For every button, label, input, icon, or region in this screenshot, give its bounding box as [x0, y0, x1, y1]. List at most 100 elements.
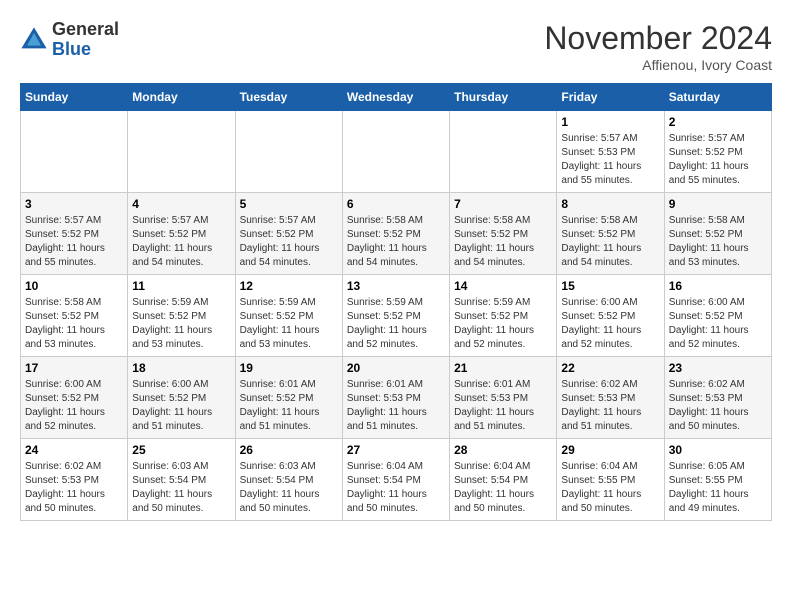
- weekday-header-friday: Friday: [557, 84, 664, 111]
- day-number: 9: [669, 197, 767, 211]
- day-info: Sunrise: 6:02 AM Sunset: 5:53 PM Dayligh…: [669, 378, 767, 434]
- calendar-cell: [450, 111, 557, 193]
- weekday-header-wednesday: Wednesday: [342, 84, 449, 111]
- day-info: Sunrise: 5:57 AM Sunset: 5:53 PM Dayligh…: [561, 132, 659, 188]
- day-number: 13: [347, 279, 445, 293]
- day-info: Sunrise: 5:57 AM Sunset: 5:52 PM Dayligh…: [669, 132, 767, 188]
- weekday-header-tuesday: Tuesday: [235, 84, 342, 111]
- calendar-cell: 9 Sunrise: 5:58 AM Sunset: 5:52 PM Daylig…: [664, 193, 771, 275]
- weekday-header-monday: Monday: [128, 84, 235, 111]
- calendar-cell: 4 Sunrise: 5:57 AM Sunset: 5:52 PM Daylig…: [128, 193, 235, 275]
- day-info: Sunrise: 6:03 AM Sunset: 5:54 PM Dayligh…: [240, 460, 338, 516]
- calendar-cell: 15 Sunrise: 6:00 AM Sunset: 5:52 PM Dayli…: [557, 275, 664, 357]
- logo: General Blue: [20, 20, 119, 60]
- day-number: 5: [240, 197, 338, 211]
- day-number: 27: [347, 443, 445, 457]
- calendar-cell: 5Sunrise: 5:57 AM Sunset: 5:52 PM Daylig…: [235, 193, 342, 275]
- calendar-cell: 13 Sunrise: 5:59 AM Sunset: 5:52 PM Dayli…: [342, 275, 449, 357]
- day-number: 25: [132, 443, 230, 457]
- day-info: Sunrise: 5:58 AM Sunset: 5:52 PM Dayligh…: [669, 214, 767, 270]
- logo-icon: [20, 26, 48, 54]
- calendar-cell: [235, 111, 342, 193]
- calendar-cell: 14Sunrise: 5:59 AM Sunset: 5:52 PM Dayli…: [450, 275, 557, 357]
- calendar-week-4: 17 Sunrise: 6:00 AM Sunset: 5:52 PM Dayli…: [21, 357, 772, 439]
- calendar-cell: 20 Sunrise: 6:01 AM Sunset: 5:53 PM Dayli…: [342, 357, 449, 439]
- day-info: Sunrise: 5:59 AM Sunset: 5:52 PM Dayligh…: [347, 296, 445, 352]
- day-info: Sunrise: 5:58 AM Sunset: 5:52 PM Dayligh…: [561, 214, 659, 270]
- day-number: 12: [240, 279, 338, 293]
- calendar-week-5: 24Sunrise: 6:02 AM Sunset: 5:53 PM Dayli…: [21, 439, 772, 521]
- day-number: 19: [240, 361, 338, 375]
- day-info: Sunrise: 6:00 AM Sunset: 5:52 PM Dayligh…: [25, 378, 123, 434]
- calendar-cell: 17 Sunrise: 6:00 AM Sunset: 5:52 PM Dayli…: [21, 357, 128, 439]
- calendar-cell: 1 Sunrise: 5:57 AM Sunset: 5:53 PM Daylig…: [557, 111, 664, 193]
- calendar-cell: 22 Sunrise: 6:02 AM Sunset: 5:53 PM Dayli…: [557, 357, 664, 439]
- day-info: Sunrise: 6:00 AM Sunset: 5:52 PM Dayligh…: [561, 296, 659, 352]
- calendar-cell: 27 Sunrise: 6:04 AM Sunset: 5:54 PM Dayli…: [342, 439, 449, 521]
- day-number: 22: [561, 361, 659, 375]
- title-block: November 2024 Affienou, Ivory Coast: [544, 20, 772, 73]
- calendar-cell: [342, 111, 449, 193]
- day-number: 18: [132, 361, 230, 375]
- day-info: Sunrise: 6:04 AM Sunset: 5:55 PM Dayligh…: [561, 460, 659, 516]
- day-info: Sunrise: 6:05 AM Sunset: 5:55 PM Dayligh…: [669, 460, 767, 516]
- calendar-cell: [128, 111, 235, 193]
- calendar-body: 1 Sunrise: 5:57 AM Sunset: 5:53 PM Daylig…: [21, 111, 772, 521]
- day-info: Sunrise: 6:02 AM Sunset: 5:53 PM Dayligh…: [561, 378, 659, 434]
- day-number: 21: [454, 361, 552, 375]
- weekday-header-thursday: Thursday: [450, 84, 557, 111]
- day-info: Sunrise: 6:04 AM Sunset: 5:54 PM Dayligh…: [347, 460, 445, 516]
- day-number: 7: [454, 197, 552, 211]
- day-number: 23: [669, 361, 767, 375]
- day-info: Sunrise: 5:58 AM Sunset: 5:52 PM Dayligh…: [347, 214, 445, 270]
- day-number: 10: [25, 279, 123, 293]
- day-number: 30: [669, 443, 767, 457]
- day-number: 28: [454, 443, 552, 457]
- day-number: 17: [25, 361, 123, 375]
- day-number: 2: [669, 115, 767, 129]
- day-info: Sunrise: 6:01 AM Sunset: 5:52 PM Dayligh…: [240, 378, 338, 434]
- day-number: 11: [132, 279, 230, 293]
- day-number: 1: [561, 115, 659, 129]
- day-number: 26: [240, 443, 338, 457]
- calendar-week-2: 3 Sunrise: 5:57 AM Sunset: 5:52 PM Daylig…: [21, 193, 772, 275]
- day-info: Sunrise: 5:59 AM Sunset: 5:52 PM Dayligh…: [240, 296, 338, 352]
- day-number: 16: [669, 279, 767, 293]
- day-number: 15: [561, 279, 659, 293]
- day-info: Sunrise: 5:58 AM Sunset: 5:52 PM Dayligh…: [454, 214, 552, 270]
- calendar-cell: 25 Sunrise: 6:03 AM Sunset: 5:54 PM Dayli…: [128, 439, 235, 521]
- day-number: 3: [25, 197, 123, 211]
- calendar-cell: 6 Sunrise: 5:58 AM Sunset: 5:52 PM Daylig…: [342, 193, 449, 275]
- calendar-cell: 7 Sunrise: 5:58 AM Sunset: 5:52 PM Daylig…: [450, 193, 557, 275]
- day-info: Sunrise: 5:59 AM Sunset: 5:52 PM Dayligh…: [132, 296, 230, 352]
- calendar-cell: 30 Sunrise: 6:05 AM Sunset: 5:55 PM Dayli…: [664, 439, 771, 521]
- calendar-cell: 21 Sunrise: 6:01 AM Sunset: 5:53 PM Dayli…: [450, 357, 557, 439]
- day-number: 4: [132, 197, 230, 211]
- day-info: Sunrise: 5:58 AM Sunset: 5:52 PM Dayligh…: [25, 296, 123, 352]
- day-number: 20: [347, 361, 445, 375]
- day-info: Sunrise: 5:57 AM Sunset: 5:52 PM Dayligh…: [25, 214, 123, 270]
- calendar-cell: 8Sunrise: 5:58 AM Sunset: 5:52 PM Daylig…: [557, 193, 664, 275]
- calendar-cell: 26 Sunrise: 6:03 AM Sunset: 5:54 PM Dayli…: [235, 439, 342, 521]
- calendar-cell: 3 Sunrise: 5:57 AM Sunset: 5:52 PM Daylig…: [21, 193, 128, 275]
- day-number: 14: [454, 279, 552, 293]
- calendar-cell: [21, 111, 128, 193]
- day-info: Sunrise: 6:00 AM Sunset: 5:52 PM Dayligh…: [669, 296, 767, 352]
- calendar-cell: 16 Sunrise: 6:00 AM Sunset: 5:52 PM Dayli…: [664, 275, 771, 357]
- day-info: Sunrise: 6:02 AM Sunset: 5:53 PM Dayligh…: [25, 460, 123, 516]
- day-info: Sunrise: 6:00 AM Sunset: 5:52 PM Dayligh…: [132, 378, 230, 434]
- day-info: Sunrise: 5:57 AM Sunset: 5:52 PM Dayligh…: [132, 214, 230, 270]
- calendar-table: SundayMondayTuesdayWednesdayThursdayFrid…: [20, 83, 772, 521]
- day-info: Sunrise: 6:01 AM Sunset: 5:53 PM Dayligh…: [347, 378, 445, 434]
- page-header: General Blue November 2024 Affienou, Ivo…: [20, 20, 772, 73]
- calendar-week-1: 1 Sunrise: 5:57 AM Sunset: 5:53 PM Daylig…: [21, 111, 772, 193]
- calendar-cell: 24Sunrise: 6:02 AM Sunset: 5:53 PM Dayli…: [21, 439, 128, 521]
- day-number: 6: [347, 197, 445, 211]
- logo-text: General Blue: [52, 20, 119, 60]
- weekday-header-sunday: Sunday: [21, 84, 128, 111]
- month-year-title: November 2024: [544, 20, 772, 57]
- day-info: Sunrise: 6:01 AM Sunset: 5:53 PM Dayligh…: [454, 378, 552, 434]
- calendar-cell: 19 Sunrise: 6:01 AM Sunset: 5:52 PM Dayli…: [235, 357, 342, 439]
- day-info: Sunrise: 6:03 AM Sunset: 5:54 PM Dayligh…: [132, 460, 230, 516]
- calendar-week-3: 10 Sunrise: 5:58 AM Sunset: 5:52 PM Dayli…: [21, 275, 772, 357]
